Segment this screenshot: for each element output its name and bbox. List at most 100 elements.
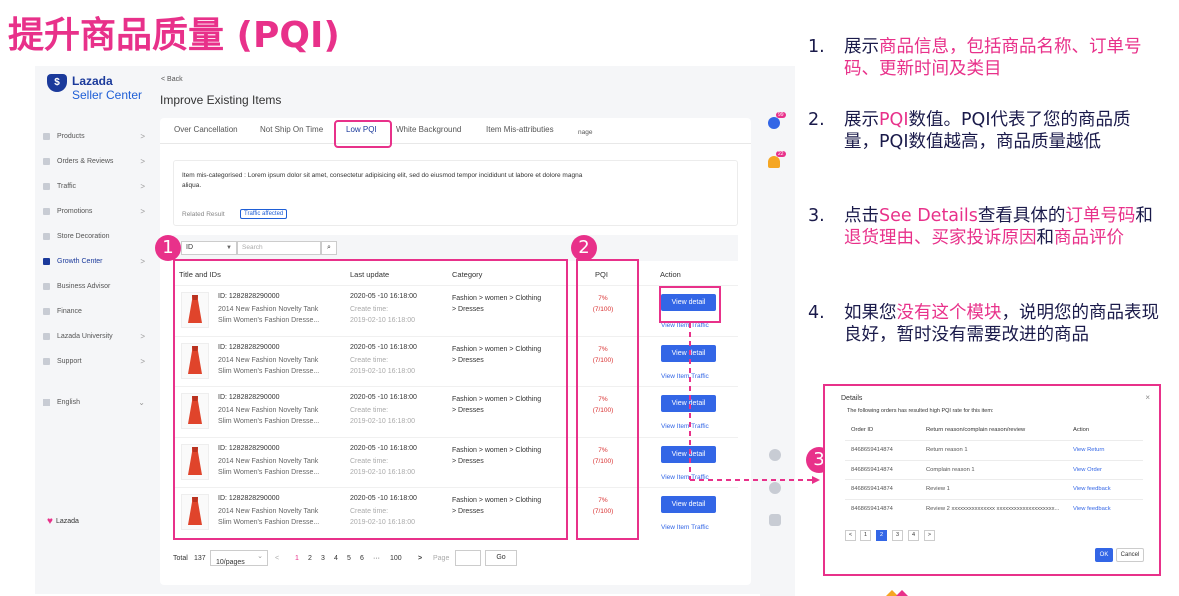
page-5[interactable]: 5 xyxy=(347,555,351,562)
view-item-traffic-link[interactable]: View Item Traffic xyxy=(661,373,709,380)
step-highlight-text: PQI xyxy=(879,110,909,130)
traffic-affected-badge[interactable]: Traffic affected xyxy=(240,209,288,219)
reason-text: Review 1 xyxy=(926,486,950,492)
chat-icon[interactable] xyxy=(768,117,780,129)
view-item-traffic-link[interactable]: View Item Traffic xyxy=(661,474,709,481)
dialog-col-action: Action xyxy=(1073,427,1090,433)
go-button[interactable]: Go xyxy=(485,550,517,566)
search-input[interactable]: Search xyxy=(237,241,321,255)
tab-white-background[interactable]: White Background xyxy=(396,125,461,134)
step-text: 如果您 xyxy=(844,303,897,323)
help-icon[interactable] xyxy=(769,482,781,494)
related-result-label: Related Result xyxy=(182,211,225,218)
cancel-button[interactable]: Cancel xyxy=(1116,548,1144,562)
next-page-button[interactable]: > xyxy=(418,555,422,562)
reason-text: Return reason 1 xyxy=(926,447,968,453)
search-icon: ⌕ xyxy=(327,244,331,251)
sidebar-item-traffic[interactable]: Traffic > xyxy=(43,174,145,199)
gear-icon[interactable] xyxy=(769,449,781,461)
view-detail-button[interactable]: View detail xyxy=(661,395,716,412)
close-icon[interactable]: × xyxy=(1145,393,1150,402)
page-6[interactable]: 6 xyxy=(360,555,364,562)
order-id: 8468659414874 xyxy=(851,466,893,473)
view-detail-button[interactable]: View detail xyxy=(661,344,716,362)
dialog-page-4[interactable]: 4 xyxy=(908,530,919,541)
dialog-page-3[interactable]: 3 xyxy=(892,530,903,541)
sidebar-item-orders[interactable]: Orders & Reviews > xyxy=(43,149,145,174)
view-item-traffic-link[interactable]: View Item Traffic xyxy=(661,423,709,430)
brand-logo[interactable]: $ Lazada Seller Center xyxy=(47,74,142,102)
filter-bar: ID ▼ Search ⌕ xyxy=(173,235,738,261)
dialog-row: 8468659414874 Review 1 View feedback xyxy=(845,479,1143,498)
step-highlight-text: 订单号码 xyxy=(1065,206,1136,226)
id-select[interactable]: ID ▼ xyxy=(181,241,237,255)
language-select[interactable]: English ⌄ xyxy=(43,396,145,408)
page-2[interactable]: 2 xyxy=(308,555,312,562)
sidebar-item-finance[interactable]: Finance xyxy=(43,299,145,324)
finance-icon xyxy=(43,308,50,315)
dialog-next-button[interactable]: > xyxy=(924,530,935,541)
sidebar-item-support[interactable]: Support > xyxy=(43,349,145,374)
page-3[interactable]: 3 xyxy=(321,555,325,562)
view-item-traffic-link[interactable]: View Item Traffic xyxy=(661,524,709,531)
language-icon xyxy=(43,398,50,406)
lazada-logo-icon: $ xyxy=(47,74,67,92)
step-text: 和 xyxy=(1036,228,1055,248)
step-highlight-text: 没有这个模块 xyxy=(896,303,1002,323)
advisor-icon xyxy=(43,283,50,290)
details-dialog: Details × The following orders has resul… xyxy=(823,384,1161,576)
highlight-view-detail xyxy=(659,286,721,323)
prev-page-button[interactable]: < xyxy=(275,555,279,562)
sidebar-nav: Products > Orders & Reviews > Traffic > Pro… xyxy=(43,124,145,374)
pagination: Total 137 10/pages ⌄ < 1 2 3 4 5 6 ··· 10… xyxy=(173,550,738,570)
dialog-prev-button[interactable]: < xyxy=(845,530,856,541)
page-ellipsis: ··· xyxy=(373,555,380,562)
dialog-action-link[interactable]: View Return xyxy=(1073,447,1104,453)
back-link[interactable]: < Back xyxy=(161,76,183,83)
page-jump-input[interactable] xyxy=(455,550,481,566)
dialog-page-1[interactable]: 1 xyxy=(860,530,871,541)
edit-icon[interactable] xyxy=(769,514,781,526)
view-detail-button[interactable]: View detail xyxy=(661,496,716,513)
dialog-action-link[interactable]: View feedback xyxy=(1073,486,1111,492)
sidebar-item-growth-center[interactable]: Growth Center > xyxy=(43,249,145,274)
tab-item-mis-attributes[interactable]: Item Mis-attributies xyxy=(486,125,554,134)
heart-logo-icon: ♥ xyxy=(47,516,53,527)
step-text: 展示 xyxy=(844,37,879,57)
page-size-select[interactable]: 10/pages ⌄ xyxy=(210,550,268,566)
tab-overflow[interactable]: nage xyxy=(578,129,592,136)
step-highlight-text: See Details xyxy=(879,206,978,226)
sidebar-item-store-decoration[interactable]: Store Decoration xyxy=(43,224,145,249)
dialog-action-link[interactable]: View feedback xyxy=(1073,506,1111,512)
info-text: Item mis-categorised : Lorem ipsum dolor… xyxy=(182,172,583,189)
products-icon xyxy=(43,133,50,140)
sidebar-item-business-advisor[interactable]: Business Advisor xyxy=(43,274,145,299)
sidebar: $ Lazada Seller Center Products > Orders … xyxy=(35,66,150,594)
dialog-action-link[interactable]: View Order xyxy=(1073,467,1102,473)
page-4[interactable]: 4 xyxy=(334,555,338,562)
page-1[interactable]: 1 xyxy=(295,555,299,562)
tab-not-ship-on-time[interactable]: Not Ship On Time xyxy=(260,125,323,134)
brand-subtitle: Seller Center xyxy=(72,88,143,102)
sidebar-item-products[interactable]: Products > xyxy=(43,124,145,149)
bell-icon[interactable] xyxy=(768,156,780,168)
tab-bar: Over Cancellation Not Ship On Time Low P… xyxy=(160,118,751,144)
dialog-row: 8468659414874 Complain reason 1 View Order xyxy=(845,459,1143,479)
view-detail-button[interactable]: View detail xyxy=(661,445,716,463)
view-item-traffic-link[interactable]: View Item Traffic xyxy=(661,322,709,329)
chevron-right-icon: > xyxy=(140,132,145,141)
search-button[interactable]: ⌕ xyxy=(321,241,337,255)
dialog-col-order: Order ID xyxy=(851,427,874,433)
low-pqi-highlight xyxy=(334,120,392,148)
chevron-right-icon: > xyxy=(140,182,145,191)
corner-decoration-icon xyxy=(886,590,908,596)
traffic-icon xyxy=(43,183,50,190)
dialog-page-2[interactable]: 2 xyxy=(876,530,887,541)
page-title: Improve Existing Items xyxy=(160,93,282,107)
tab-over-cancellation[interactable]: Over Cancellation xyxy=(174,125,238,134)
sidebar-item-lazada-university[interactable]: Lazada University > xyxy=(43,324,145,349)
caret-down-icon: ▼ xyxy=(226,245,232,251)
ok-button[interactable]: OK xyxy=(1095,548,1113,562)
page-100[interactable]: 100 xyxy=(390,555,402,562)
sidebar-item-promotions[interactable]: Promotions > xyxy=(43,199,145,224)
